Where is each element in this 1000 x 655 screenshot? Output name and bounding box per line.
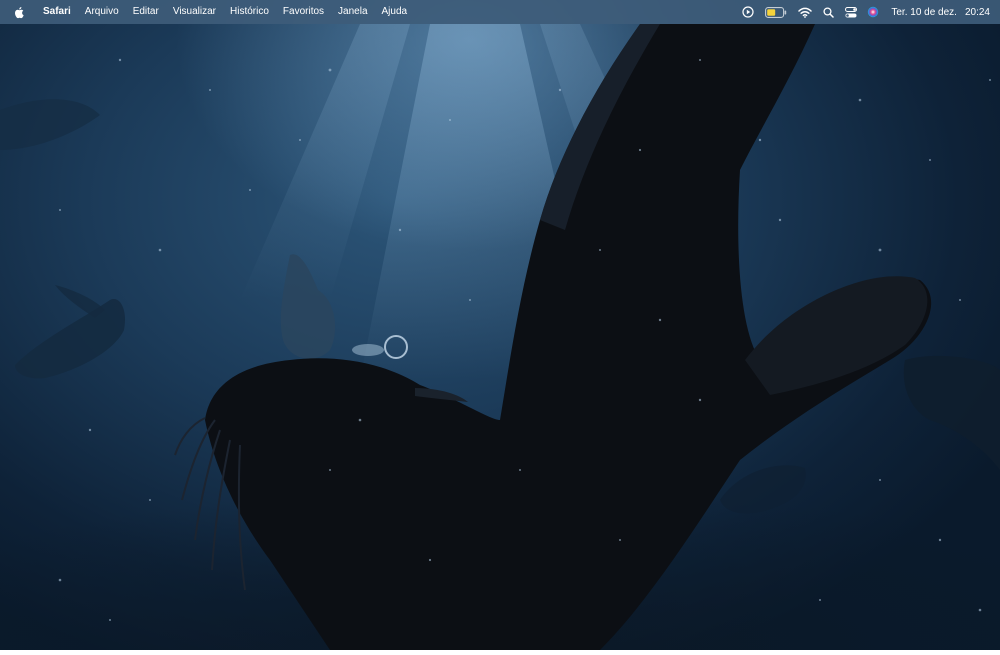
menu-janela[interactable]: Janela [331, 0, 374, 24]
menu-historico[interactable]: Histórico [223, 0, 276, 24]
menu-app-safari[interactable]: Safari [36, 0, 78, 24]
menu-favoritos[interactable]: Favoritos [276, 0, 331, 24]
desktop-wallpaper [0, 0, 1000, 650]
battery-icon[interactable] [759, 0, 793, 24]
clock-time: 20:24 [964, 6, 990, 18]
spotlight-search-icon[interactable] [817, 0, 839, 24]
menu-arquivo[interactable]: Arquivo [78, 0, 126, 24]
siri-icon[interactable] [863, 0, 883, 24]
menu-ajuda[interactable]: Ajuda [375, 0, 415, 24]
menu-bar-status-area: Ter. 10 de dez. 20:24 [737, 0, 1000, 24]
clock-date: Ter. 10 de dez. [891, 6, 957, 18]
menu-bar: Safari Arquivo Editar Visualizar Históri… [0, 0, 1000, 24]
apple-logo-icon[interactable] [0, 0, 36, 24]
now-playing-icon[interactable] [737, 0, 759, 24]
menu-bar-clock[interactable]: Ter. 10 de dez. 20:24 [891, 7, 990, 18]
sea-lion-wallpaper-image [0, 24, 1000, 650]
wifi-icon[interactable] [793, 0, 817, 24]
menu-bar-left: Safari Arquivo Editar Visualizar Históri… [0, 0, 414, 24]
menu-visualizar[interactable]: Visualizar [166, 0, 223, 24]
menu-editar[interactable]: Editar [126, 0, 166, 24]
control-center-icon[interactable] [839, 0, 863, 24]
